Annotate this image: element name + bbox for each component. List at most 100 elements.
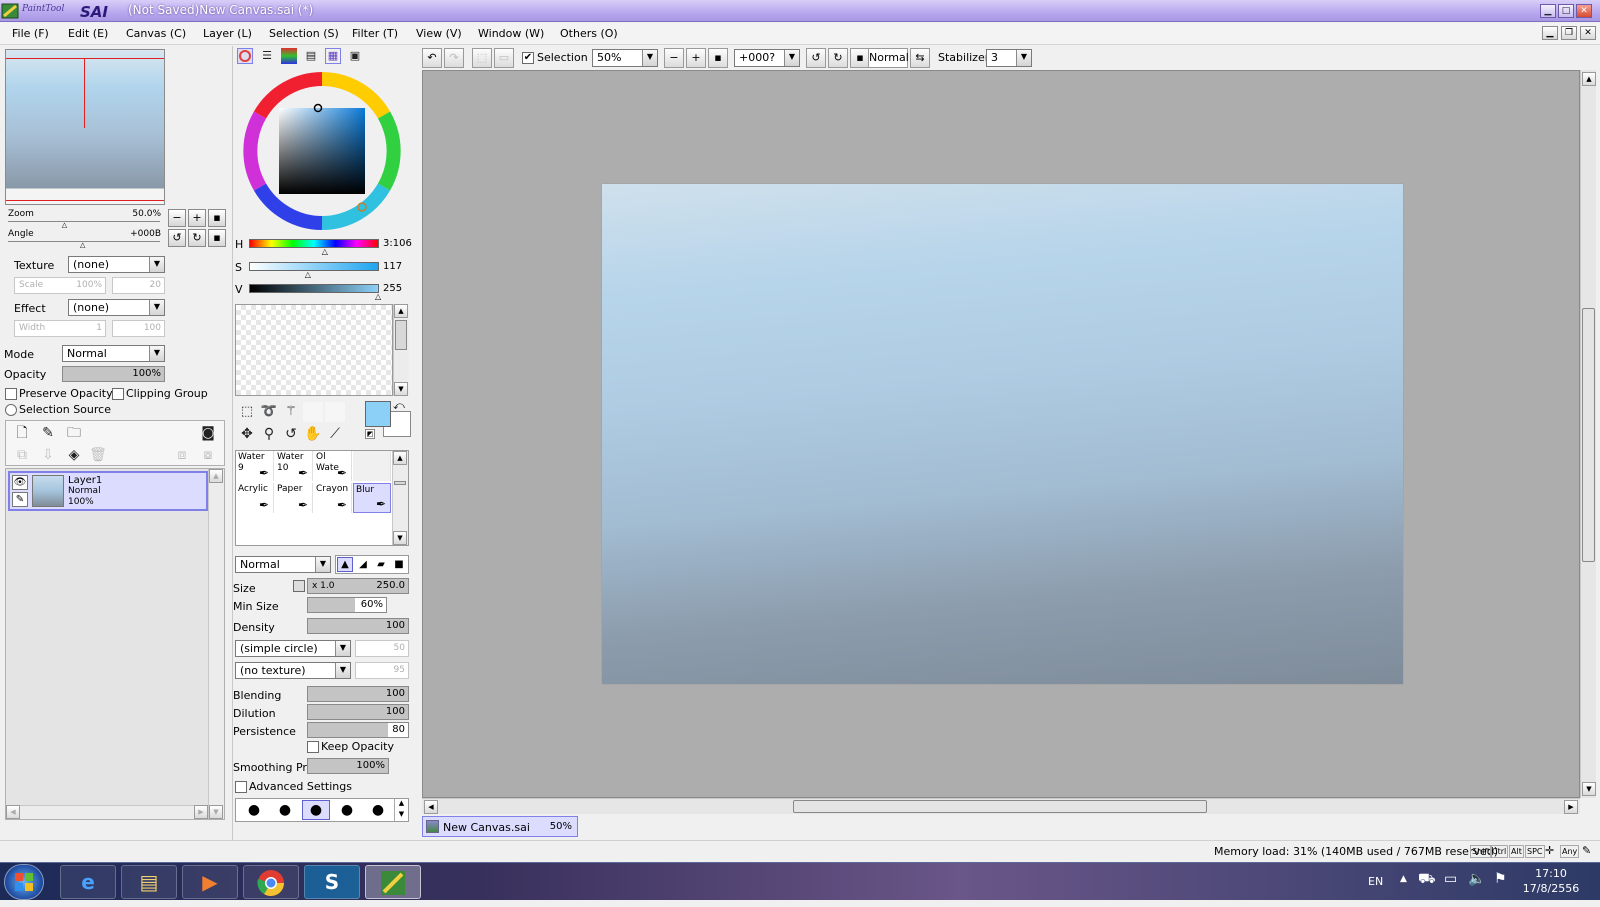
network-icon[interactable]: ⛟: [1418, 871, 1436, 889]
value-slider[interactable]: [249, 284, 379, 293]
canvas-tab[interactable]: New Canvas.sai 50%: [422, 816, 578, 837]
texture-select[interactable]: (none) ▼: [68, 256, 165, 273]
density-slider[interactable]: 100: [307, 618, 409, 634]
ie-icon[interactable]: e: [60, 865, 116, 899]
scroll-down-icon[interactable]: ▼: [393, 531, 407, 545]
scroll-thumb[interactable]: [793, 800, 1207, 813]
layer-hscrollbar[interactable]: ◀ ▶: [6, 805, 208, 819]
blending-slider[interactable]: 100: [307, 686, 409, 702]
minimize-button[interactable]: ▁: [1540, 4, 1556, 18]
chrome-icon[interactable]: [243, 865, 299, 899]
rotate-icon[interactable]: ↺: [281, 424, 301, 444]
zoom-reset-button[interactable]: ▪: [208, 209, 226, 227]
start-button[interactable]: [4, 864, 44, 900]
flip-view-icon[interactable]: ⇆: [910, 48, 930, 68]
zoom-out-button[interactable]: −: [168, 209, 186, 227]
scroll-thumb[interactable]: [394, 481, 406, 485]
angle-thumb[interactable]: △: [80, 241, 85, 249]
canvas-hscrollbar[interactable]: ◀ ▶: [422, 798, 1580, 814]
canvas-vscrollbar[interactable]: ▲ ▼: [1580, 70, 1596, 798]
scroll-left-icon[interactable]: ◀: [424, 800, 438, 814]
brush-slot[interactable]: Water 10 ✒: [275, 451, 313, 481]
brush-size-slider[interactable]: x 1.0 250.0: [307, 578, 409, 594]
zoom-icon[interactable]: ⚲: [259, 424, 279, 444]
show-hidden-icons-icon[interactable]: ▲: [1400, 874, 1407, 884]
volume-icon[interactable]: 🔈: [1468, 871, 1485, 887]
brush-blend-select[interactable]: Normal ▼: [235, 556, 331, 573]
scroll-thumb[interactable]: [395, 320, 407, 350]
layer-row[interactable]: 👁 ✎ Layer1 Normal 100%: [8, 471, 208, 511]
close-button[interactable]: ✕: [1576, 4, 1592, 18]
layer-mask-icon[interactable]: ◙: [198, 423, 218, 443]
zoom-in-icon[interactable]: +: [686, 48, 706, 68]
input-language[interactable]: EN: [1368, 875, 1383, 888]
new-folder-icon[interactable]: 🗀: [64, 423, 84, 443]
rotate-cw-icon[interactable]: ↻: [828, 48, 848, 68]
hand-icon[interactable]: ✋: [303, 424, 323, 444]
menu-canvas[interactable]: Canvas (C): [126, 27, 186, 40]
zoom-out-icon[interactable]: −: [664, 48, 684, 68]
dot-preset-icon[interactable]: ●: [302, 800, 330, 820]
maximize-button[interactable]: □: [1558, 4, 1574, 18]
eye-icon[interactable]: 👁: [12, 475, 28, 490]
menu-selection[interactable]: Selection (S): [269, 27, 339, 40]
zoom-select[interactable]: 50% ▼: [592, 49, 658, 67]
painttool-sai-taskbar-icon[interactable]: [365, 865, 421, 899]
empty-brush-slot[interactable]: [353, 451, 391, 481]
shape-sharp-icon[interactable]: ▲: [337, 557, 353, 572]
menu-others[interactable]: Others (O): [560, 27, 618, 40]
scroll-left-icon[interactable]: ◀: [6, 805, 20, 819]
swatches-tab-icon[interactable]: ▦: [325, 48, 341, 64]
selection-checkbox[interactable]: ✔: [522, 52, 534, 64]
scroll-up-icon[interactable]: ▲: [394, 304, 408, 318]
brush-shape-select[interactable]: (simple circle) ▼: [235, 640, 351, 657]
hsv-slider-tab-icon[interactable]: [281, 48, 297, 64]
brush-slot[interactable]: Ol Wate ✒: [314, 451, 352, 481]
swap-colors-icon[interactable]: ⤺: [393, 399, 405, 413]
rotate-left-button[interactable]: ↺: [168, 229, 186, 247]
rgb-slider-tab-icon[interactable]: ☰: [259, 48, 275, 64]
zoom-in-button[interactable]: +: [188, 209, 206, 227]
scroll-down-icon[interactable]: ▼: [394, 810, 408, 821]
rotate-right-button[interactable]: ↻: [188, 229, 206, 247]
scroll-up-icon[interactable]: ▲: [1582, 72, 1596, 86]
view-mode-button[interactable]: Normal: [868, 48, 909, 68]
scratchpad-tab-icon[interactable]: ▣: [347, 48, 363, 64]
advanced-settings-checkbox[interactable]: [235, 781, 247, 793]
pen-icon[interactable]: ✎: [12, 492, 28, 507]
layer-scrollbar[interactable]: ▲ ▼: [208, 469, 224, 819]
stabilizer-select[interactable]: 3 ▼: [986, 49, 1032, 67]
doc-restore-button[interactable]: ❐: [1561, 26, 1577, 40]
menu-edit[interactable]: Edit (E): [68, 27, 108, 40]
scratchpad-scrollbar[interactable]: ▲ ▼: [393, 304, 409, 396]
undo-icon[interactable]: ↶: [422, 48, 442, 68]
brush-slot[interactable]: Paper ✒: [275, 483, 313, 513]
saturation-slider[interactable]: [249, 262, 379, 271]
dot-preset-icon[interactable]: ●: [333, 801, 361, 819]
clipping-group-checkbox[interactable]: [112, 388, 124, 400]
menu-filter[interactable]: Filter (T): [352, 27, 398, 40]
skype-icon[interactable]: S: [304, 865, 360, 899]
menu-window[interactable]: Window (W): [478, 27, 544, 40]
scroll-down-icon[interactable]: ▼: [1582, 782, 1596, 796]
explorer-icon[interactable]: ▤: [121, 865, 177, 899]
reset-colors-icon[interactable]: ◩: [365, 429, 375, 439]
menu-layer[interactable]: Layer (L): [203, 27, 252, 40]
palette-list-tab-icon[interactable]: ▤: [303, 48, 319, 64]
zoom-reset-icon[interactable]: ▪: [708, 48, 728, 68]
scroll-up-icon[interactable]: ▲: [393, 451, 407, 465]
rect-select-icon[interactable]: ⬚: [237, 402, 257, 422]
move-icon[interactable]: ✥: [237, 424, 257, 444]
min-size-slider[interactable]: 60%: [307, 597, 387, 613]
scroll-down-icon[interactable]: ▼: [209, 805, 223, 819]
preserve-opacity-checkbox[interactable]: [5, 388, 17, 400]
eyedropper-icon[interactable]: ⟋: [325, 424, 345, 444]
hue-thumb[interactable]: △: [322, 247, 328, 256]
smoothing-slider[interactable]: 100%: [307, 758, 389, 774]
menu-file[interactable]: File (F): [12, 27, 49, 40]
brush-slot[interactable]: Acrylic ✒: [236, 483, 274, 513]
lasso-icon[interactable]: ➰: [259, 402, 279, 422]
navigator-angle-slider[interactable]: Angle +000B △: [5, 228, 165, 249]
persistence-slider[interactable]: 80: [307, 722, 409, 738]
effect-select[interactable]: (none) ▼: [68, 299, 165, 316]
